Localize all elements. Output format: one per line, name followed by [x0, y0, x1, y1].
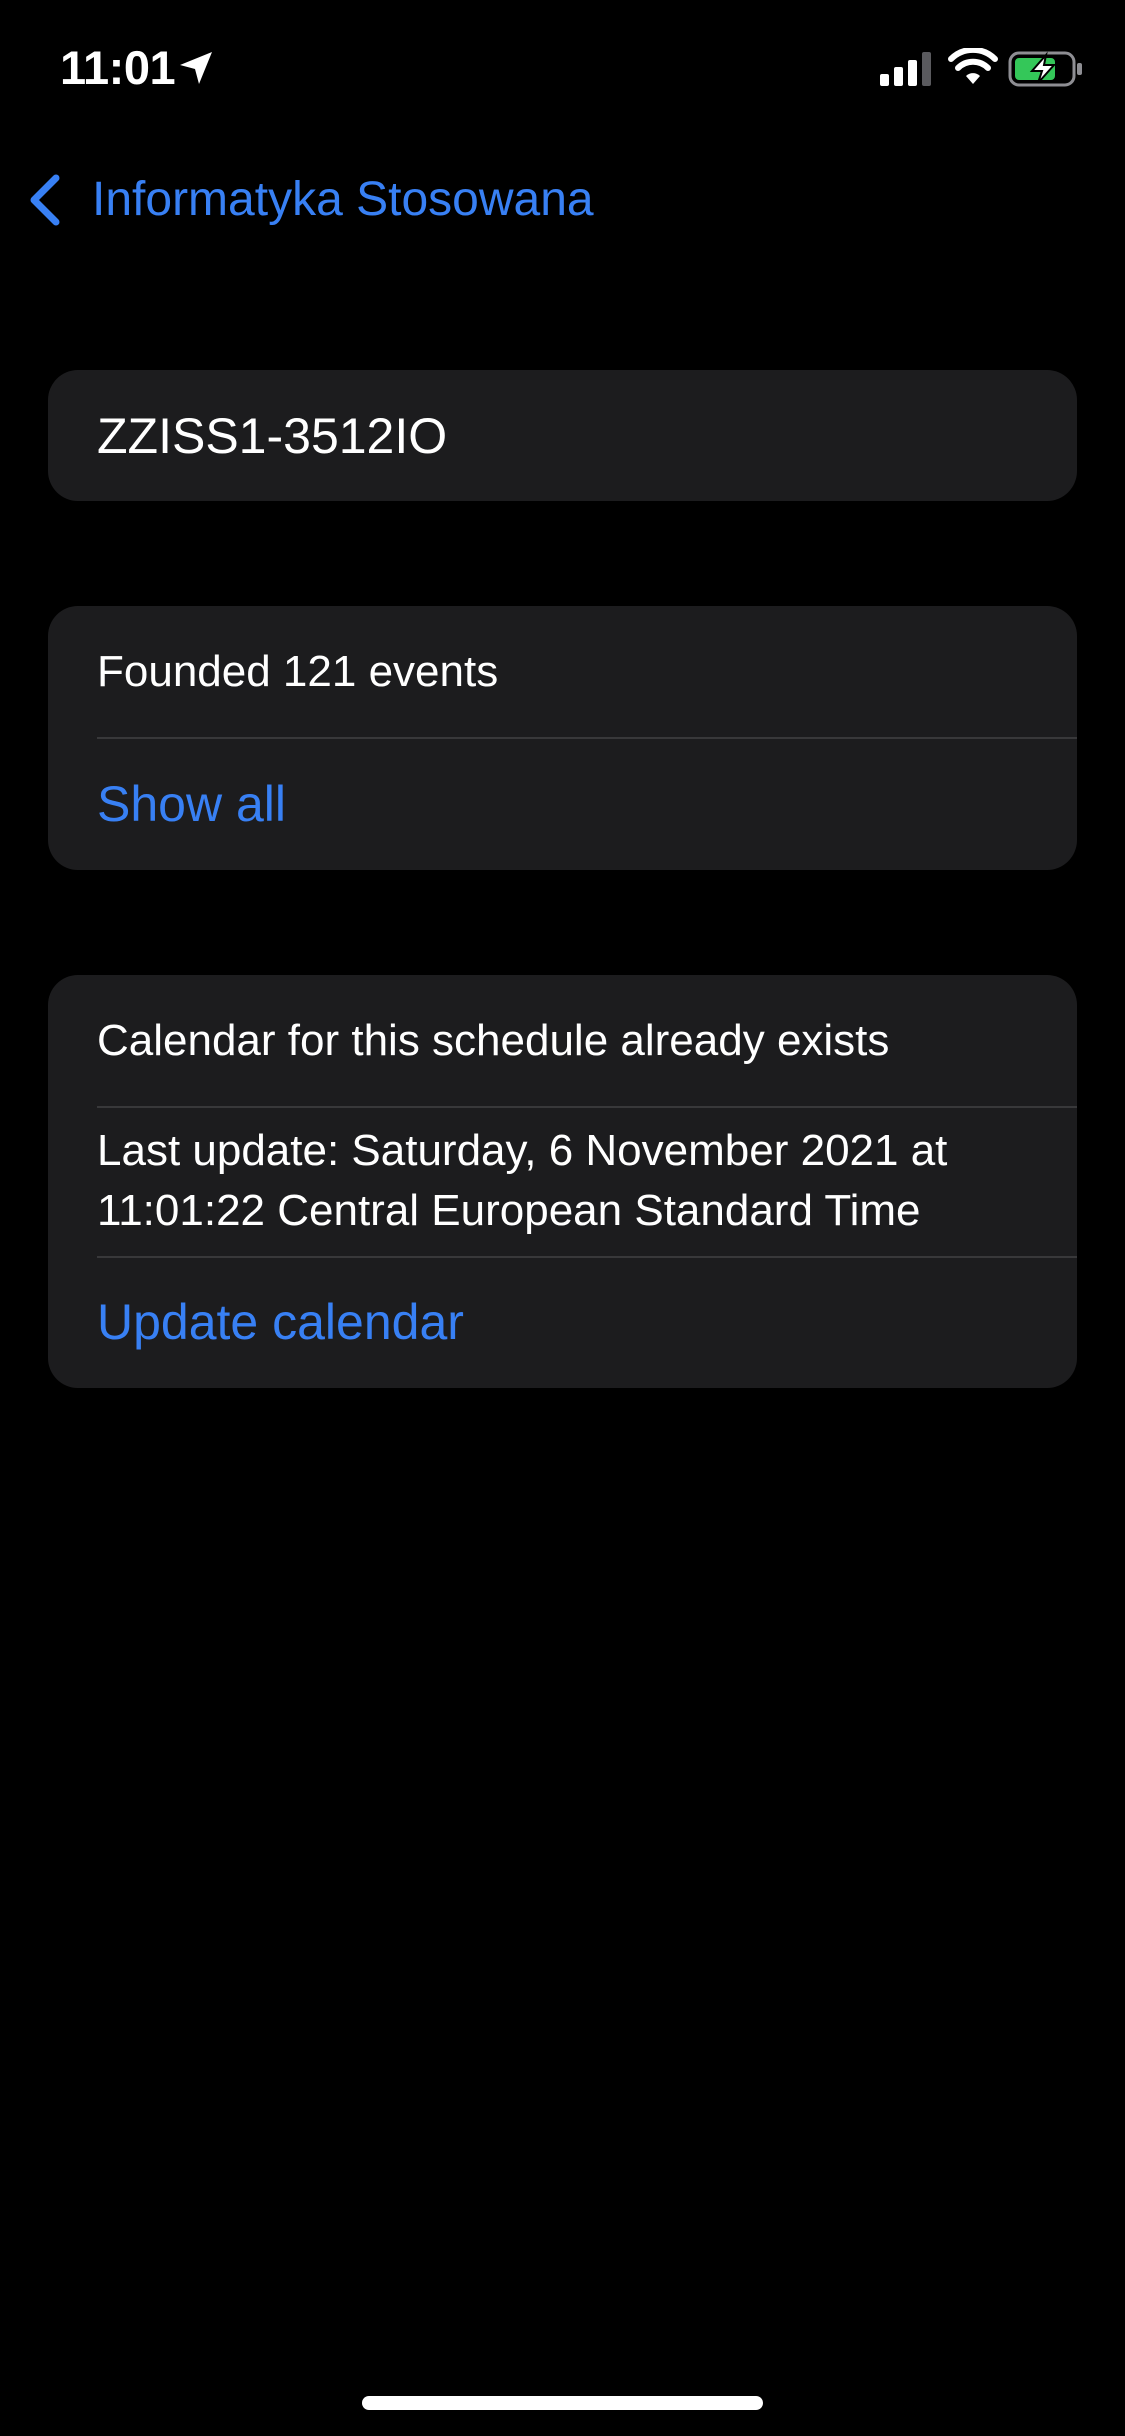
show-all-button[interactable]: Show all: [48, 737, 1077, 870]
status-time: 11:01: [60, 41, 176, 94]
wifi-icon: [948, 48, 998, 84]
home-indicator[interactable]: [362, 2396, 763, 2410]
events-card: Founded 121 events Show all: [48, 606, 1077, 870]
schedule-name-card: ZZISS1-3512IO: [48, 370, 1077, 501]
last-update-text: Last update: Saturday, 6 November 2021 a…: [48, 1106, 1077, 1256]
calendar-card: Calendar for this schedule already exist…: [48, 975, 1077, 1388]
back-button-label: Informatyka Stosowana: [92, 173, 594, 226]
calendar-status-text: Calendar for this schedule already exist…: [97, 1015, 890, 1065]
location-icon: [180, 52, 212, 84]
schedule-name: ZZISS1-3512IO: [97, 407, 448, 464]
signal-icon: [880, 52, 931, 86]
chevron-left-icon: [30, 174, 60, 226]
update-calendar-button[interactable]: Update calendar: [48, 1256, 1077, 1388]
back-button[interactable]: Informatyka Stosowana: [24, 160, 594, 240]
events-count-text: Founded 121 events: [97, 646, 499, 696]
status-bar: 11:01: [0, 0, 1125, 140]
battery-charging-icon: [1008, 51, 1082, 87]
